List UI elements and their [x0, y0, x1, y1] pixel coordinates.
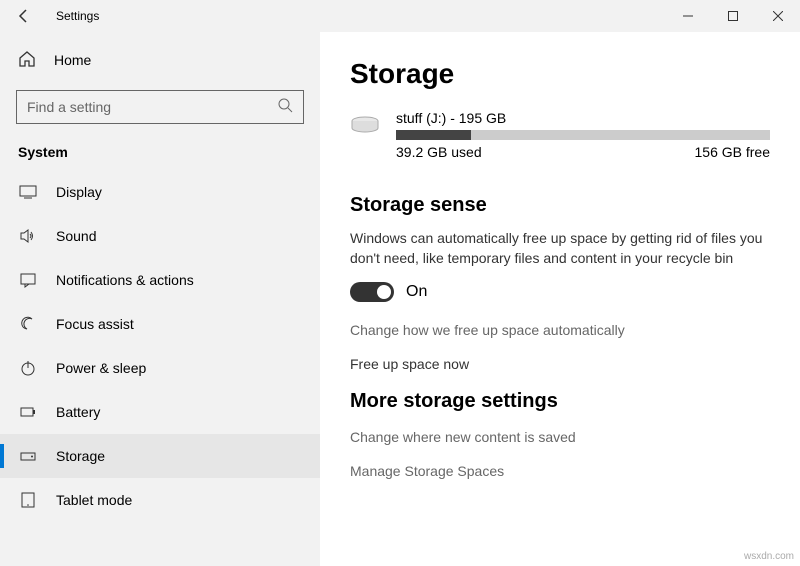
link-storage-spaces[interactable]: Manage Storage Spaces: [350, 463, 770, 479]
disk-used: 39.2 GB used: [396, 144, 482, 160]
sidebar-item-storage[interactable]: Storage: [0, 434, 320, 478]
disk-bar: [396, 130, 770, 140]
sidebar-item-label: Power & sleep: [56, 360, 146, 376]
minimize-button[interactable]: [665, 0, 710, 32]
sidebar-home-label: Home: [54, 52, 91, 68]
disk-row[interactable]: stuff (J:) - 195 GB 39.2 GB used 156 GB …: [350, 110, 770, 160]
more-storage-section: More storage settings Change where new c…: [350, 390, 770, 479]
sidebar-home[interactable]: Home: [0, 40, 320, 80]
main-content: Storage stuff (J:) - 195 GB 39.2 GB used…: [320, 32, 800, 566]
window-title: Settings: [56, 9, 665, 23]
sidebar-section-title: System: [0, 138, 320, 170]
search-field[interactable]: [27, 99, 277, 115]
storage-sense-toggle-label: On: [406, 283, 427, 301]
search-icon: [277, 97, 293, 118]
sidebar-item-label: Display: [56, 184, 102, 200]
sidebar-nav: Display Sound Notifications & actions Fo…: [0, 170, 320, 566]
back-button[interactable]: [0, 8, 48, 24]
sidebar-item-notifications[interactable]: Notifications & actions: [0, 258, 320, 302]
storage-sense-toggle[interactable]: [350, 282, 394, 302]
sidebar-item-focus-assist[interactable]: Focus assist: [0, 302, 320, 346]
sidebar-item-label: Storage: [56, 448, 105, 464]
more-storage-heading: More storage settings: [350, 390, 770, 413]
sidebar-item-battery[interactable]: Battery: [0, 390, 320, 434]
sidebar-item-power-sleep[interactable]: Power & sleep: [0, 346, 320, 390]
search-input[interactable]: [16, 90, 304, 124]
storage-sense-heading: Storage sense: [350, 194, 770, 217]
link-change-where[interactable]: Change where new content is saved: [350, 429, 770, 445]
focus-assist-icon: [18, 315, 38, 333]
home-icon: [18, 50, 36, 71]
sidebar-item-tablet-mode[interactable]: Tablet mode: [0, 478, 320, 522]
sidebar-item-label: Tablet mode: [56, 492, 132, 508]
storage-sense-desc: Windows can automatically free up space …: [350, 229, 770, 268]
disk-free: 156 GB free: [695, 144, 771, 160]
power-icon: [18, 359, 38, 377]
disk-bar-fill: [396, 130, 471, 140]
battery-icon: [18, 403, 38, 421]
sidebar-item-sound[interactable]: Sound: [0, 214, 320, 258]
disk-label: stuff (J:) - 195 GB: [396, 110, 770, 126]
watermark: wsxdn.com: [744, 551, 794, 562]
titlebar: Settings: [0, 0, 800, 32]
storage-icon: [18, 447, 38, 465]
link-free-up-now[interactable]: Free up space now: [350, 356, 770, 372]
sidebar-item-label: Notifications & actions: [56, 272, 194, 288]
tablet-icon: [18, 491, 38, 509]
notifications-icon: [18, 271, 38, 289]
disk-icon: [350, 114, 380, 136]
link-change-auto[interactable]: Change how we free up space automaticall…: [350, 322, 770, 338]
storage-sense-section: Storage sense Windows can automatically …: [350, 194, 770, 372]
sidebar-item-label: Sound: [56, 228, 96, 244]
maximize-button[interactable]: [710, 0, 755, 32]
close-button[interactable]: [755, 0, 800, 32]
sound-icon: [18, 227, 38, 245]
sidebar-item-label: Battery: [56, 404, 100, 420]
page-title: Storage: [350, 58, 770, 90]
sidebar: Home System Display Sound: [0, 32, 320, 566]
sidebar-item-label: Focus assist: [56, 316, 134, 332]
sidebar-item-display[interactable]: Display: [0, 170, 320, 214]
display-icon: [18, 183, 38, 201]
